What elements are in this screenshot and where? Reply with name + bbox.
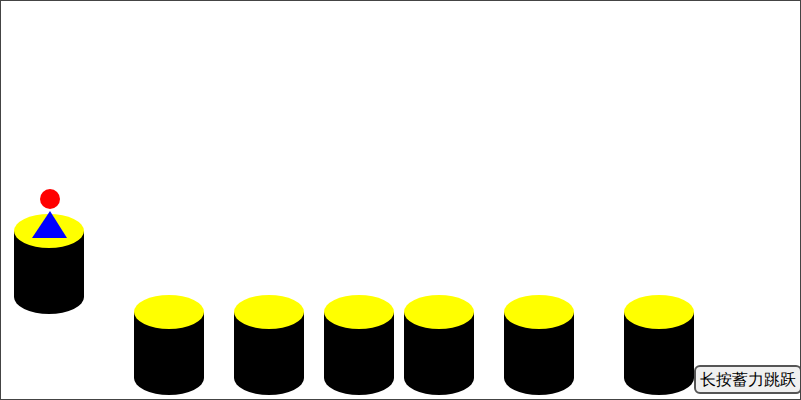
platform-top bbox=[404, 295, 474, 329]
platform bbox=[624, 295, 694, 395]
player-head bbox=[40, 189, 60, 209]
player-body bbox=[32, 211, 67, 238]
platform-top bbox=[234, 295, 304, 329]
platform bbox=[404, 295, 474, 395]
platform-top bbox=[324, 295, 394, 329]
platform-top bbox=[134, 295, 204, 329]
platform bbox=[234, 295, 304, 395]
player bbox=[32, 189, 67, 238]
platform bbox=[134, 295, 204, 395]
game-board bbox=[1, 1, 801, 400]
game-stage[interactable]: 长按蓄力跳跃 bbox=[0, 0, 801, 400]
jump-button[interactable]: 长按蓄力跳跃 bbox=[694, 365, 801, 394]
platform bbox=[324, 295, 394, 395]
platform bbox=[504, 295, 574, 395]
platform-top bbox=[504, 295, 574, 329]
platform-top bbox=[624, 295, 694, 329]
